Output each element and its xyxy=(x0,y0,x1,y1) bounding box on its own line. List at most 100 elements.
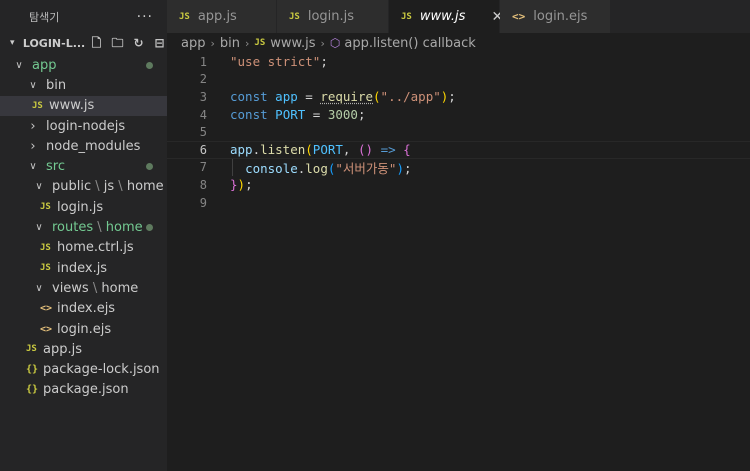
chevron-down-icon[interactable]: ∨ xyxy=(32,283,46,294)
chevron-right-icon[interactable]: › xyxy=(26,139,40,154)
folder-item[interactable]: ∨ views \ home xyxy=(0,278,167,298)
folder-item[interactable]: › login-nodejs xyxy=(0,116,167,136)
code-line[interactable]: 7 console.log("서버가동"); xyxy=(167,159,750,177)
code-editor[interactable]: 1 "use strict"; 2 3 const app = require("../… xyxy=(167,53,750,471)
tree-item-label[interactable]: package.json xyxy=(43,382,129,397)
code-token: = xyxy=(297,89,321,105)
path-separator: \ xyxy=(91,179,104,195)
code-token: "서버가동" xyxy=(335,160,397,176)
ejs-file-icon: <> xyxy=(512,10,526,23)
new-file-icon[interactable]: 🗋 xyxy=(89,36,104,51)
code-token: console xyxy=(245,160,298,176)
js-file-icon: JS xyxy=(179,11,190,22)
code-line[interactable]: 3 const app = require("../app"); xyxy=(167,88,750,106)
line-number: 5 xyxy=(199,125,207,140)
new-folder-icon[interactable]: 🗀 xyxy=(110,36,125,51)
tree-item-name: app.js xyxy=(43,341,82,357)
breadcrumb: app › bin › JS www.js › ⬡ app.listen() callback xyxy=(181,33,476,53)
tree-item-label[interactable]: node_modules xyxy=(46,139,140,154)
tree-item-label[interactable]: package-lock.json xyxy=(43,362,160,377)
file-item[interactable]: JS index.js xyxy=(0,258,167,278)
js-file-icon: JS xyxy=(40,202,51,213)
chevron-down-icon[interactable]: ∨ xyxy=(26,80,40,91)
tree-item-name: node_modules xyxy=(46,138,141,154)
chevron-down-icon[interactable]: ∨ xyxy=(12,60,26,71)
folder-item[interactable]: ∨ app xyxy=(0,55,167,75)
breadcrumb-item[interactable]: app xyxy=(181,36,205,51)
tree-item-label[interactable]: login.js xyxy=(57,200,103,215)
tree-item-label[interactable]: app xyxy=(32,58,56,73)
code-token: const xyxy=(230,107,268,123)
path-separator: \ xyxy=(114,179,127,195)
breadcrumb-item[interactable]: www.js xyxy=(270,36,315,51)
code-line[interactable]: 4 const PORT = 3000; xyxy=(167,106,750,124)
workspace-root[interactable]: ▾ LOGIN-L... 🗋 🗀 ↻ ⊟ xyxy=(0,33,167,53)
file-item[interactable]: <> login.ejs xyxy=(0,319,167,339)
tab-label: www.js xyxy=(419,9,466,24)
modified-dot xyxy=(146,61,153,69)
folder-item[interactable]: ∨ bin xyxy=(0,75,167,95)
explorer-title: 탐색기 xyxy=(29,10,60,24)
tab-login-ejs[interactable]: <> login.ejs xyxy=(500,0,611,33)
tree-item-label[interactable]: views \ home xyxy=(52,281,138,296)
tab-www-js[interactable]: JS www.js ✕ xyxy=(389,0,503,33)
file-item[interactable]: {} package.json xyxy=(0,380,167,400)
code-token: () xyxy=(357,142,374,158)
path-separator: \ xyxy=(88,280,102,296)
code-line[interactable]: 1 "use strict"; xyxy=(167,53,750,71)
code-line[interactable]: 9 xyxy=(167,194,750,212)
code-token: . xyxy=(252,142,261,158)
tree-item-label[interactable]: home.ctrl.js xyxy=(57,240,134,255)
editor-tabs: JS app.js JS login.js JS www.js ✕ <> login.ejs xyxy=(167,0,750,33)
more-actions-icon[interactable]: ··· xyxy=(137,9,153,25)
code-token: ( xyxy=(305,142,313,158)
tab-login-js[interactable]: JS login.js xyxy=(277,0,389,33)
folder-item[interactable]: ∨ src xyxy=(0,156,167,176)
tab-app-js[interactable]: JS app.js xyxy=(167,0,277,33)
tree-item-label[interactable]: www.js xyxy=(49,98,94,113)
folder-item[interactable]: ∨ routes \ home xyxy=(0,217,167,237)
tree-item-label[interactable]: app.js xyxy=(43,342,82,357)
file-item[interactable]: {} package-lock.json xyxy=(0,359,167,379)
code-line[interactable]: 6 app.listen(PORT, () => { xyxy=(167,141,750,159)
chevron-right-icon: › xyxy=(320,36,325,50)
collapse-all-icon[interactable]: ⊟ xyxy=(152,36,167,51)
chevron-right-icon[interactable]: › xyxy=(26,119,40,134)
file-item[interactable]: JS www.js xyxy=(0,95,167,116)
tree-item-label[interactable]: public \ js \ home xyxy=(52,179,164,194)
tree-item-label[interactable]: src xyxy=(46,159,65,174)
code-line[interactable]: 8}); xyxy=(167,176,750,194)
tree-item-label[interactable]: index.js xyxy=(57,261,107,276)
workspace-root-label[interactable]: LOGIN-L... xyxy=(23,37,87,50)
code-token: , xyxy=(342,142,358,158)
breadcrumb-item[interactable]: bin xyxy=(220,36,240,51)
chevron-right-icon: › xyxy=(245,36,250,50)
folder-item[interactable]: ∨ public \ js \ home xyxy=(0,177,167,197)
chevron-down-icon[interactable]: ∨ xyxy=(32,222,46,233)
code-text: "use strict"; xyxy=(230,54,328,69)
tree-item-label[interactable]: index.ejs xyxy=(57,301,115,316)
code-line[interactable]: 2 xyxy=(167,71,750,89)
tree-item-name: www.js xyxy=(49,98,95,114)
line-number: 3 xyxy=(199,89,207,104)
file-item[interactable]: JS login.js xyxy=(0,197,167,217)
file-item[interactable]: JS app.js xyxy=(0,339,167,359)
explorer-header: 탐색기 ··· xyxy=(0,0,167,33)
tree-item-label[interactable]: routes \ home xyxy=(52,220,143,235)
tree-item-label[interactable]: login.ejs xyxy=(57,322,111,337)
tab-label: app.js xyxy=(197,9,237,24)
js-file-icon: JS xyxy=(40,242,51,253)
file-item[interactable]: <> index.ejs xyxy=(0,299,167,319)
js-file-icon: JS xyxy=(254,38,266,48)
refresh-icon[interactable]: ↻ xyxy=(131,36,146,51)
breadcrumb-item[interactable]: app.listen() callback xyxy=(344,36,475,51)
chevron-down-icon[interactable]: ▾ xyxy=(10,38,23,48)
code-token: "../app" xyxy=(380,89,441,105)
folder-item[interactable]: › node_modules xyxy=(0,136,167,156)
code-line[interactable]: 5 xyxy=(167,123,750,141)
chevron-down-icon[interactable]: ∨ xyxy=(26,161,40,172)
tree-item-label[interactable]: bin xyxy=(46,78,66,93)
chevron-down-icon[interactable]: ∨ xyxy=(32,181,46,192)
tree-item-label[interactable]: login-nodejs xyxy=(46,119,125,134)
file-item[interactable]: JS home.ctrl.js xyxy=(0,238,167,258)
